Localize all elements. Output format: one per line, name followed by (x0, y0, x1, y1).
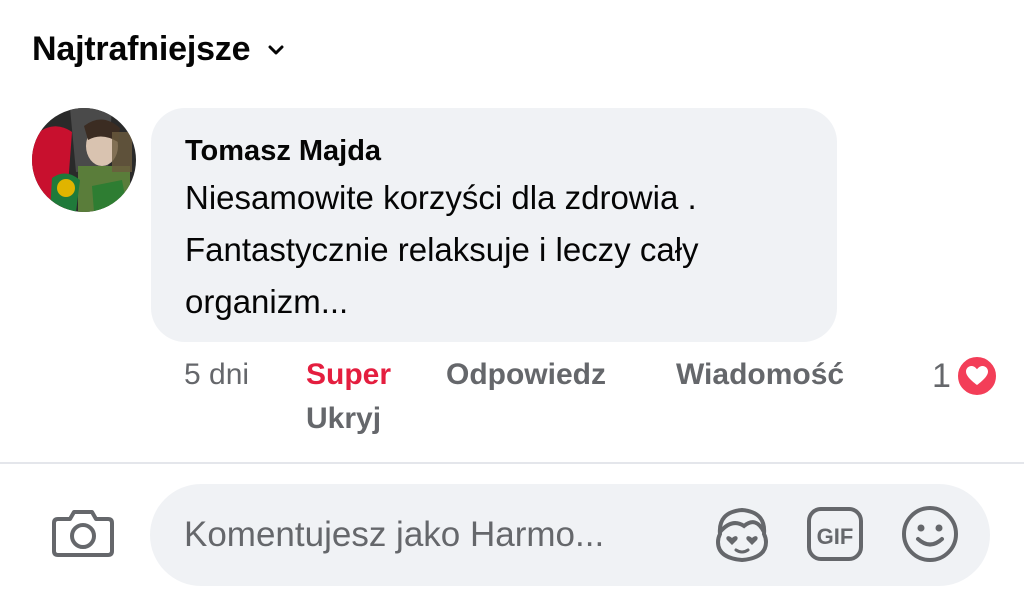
camera-icon[interactable] (52, 505, 114, 564)
comment-text: Niesamowite korzyści dla zdrowia . Fanta… (185, 179, 699, 320)
comment-bubble: Tomasz Majda Niesamowite korzyści dla zd… (151, 108, 837, 342)
comment-timestamp[interactable]: 5 dni (184, 358, 249, 392)
message-button[interactable]: Wiadomość (676, 358, 844, 392)
avatar-sticker-icon[interactable] (710, 504, 774, 569)
reply-button[interactable]: Odpowiedz (446, 358, 606, 392)
chevron-down-icon (268, 45, 284, 54)
hide-button[interactable]: Ukryj (306, 402, 381, 436)
reaction-summary[interactable]: 1 (932, 354, 999, 398)
smiley-icon[interactable] (900, 504, 960, 569)
reaction-count: 1 (932, 356, 951, 395)
svg-text:GIF: GIF (817, 524, 854, 549)
comment-input-container[interactable] (150, 484, 990, 586)
comment-input[interactable] (182, 514, 706, 556)
sort-label: Najtrafniejsze (32, 30, 251, 68)
sort-dropdown[interactable]: Najtrafniejsze (32, 30, 284, 69)
comment-author[interactable]: Tomasz Majda (185, 134, 803, 168)
avatar[interactable] (32, 108, 136, 212)
divider (0, 462, 1024, 464)
heart-icon (954, 354, 999, 398)
gif-icon[interactable]: GIF (806, 506, 864, 567)
reaction-button[interactable]: Super (306, 358, 391, 392)
